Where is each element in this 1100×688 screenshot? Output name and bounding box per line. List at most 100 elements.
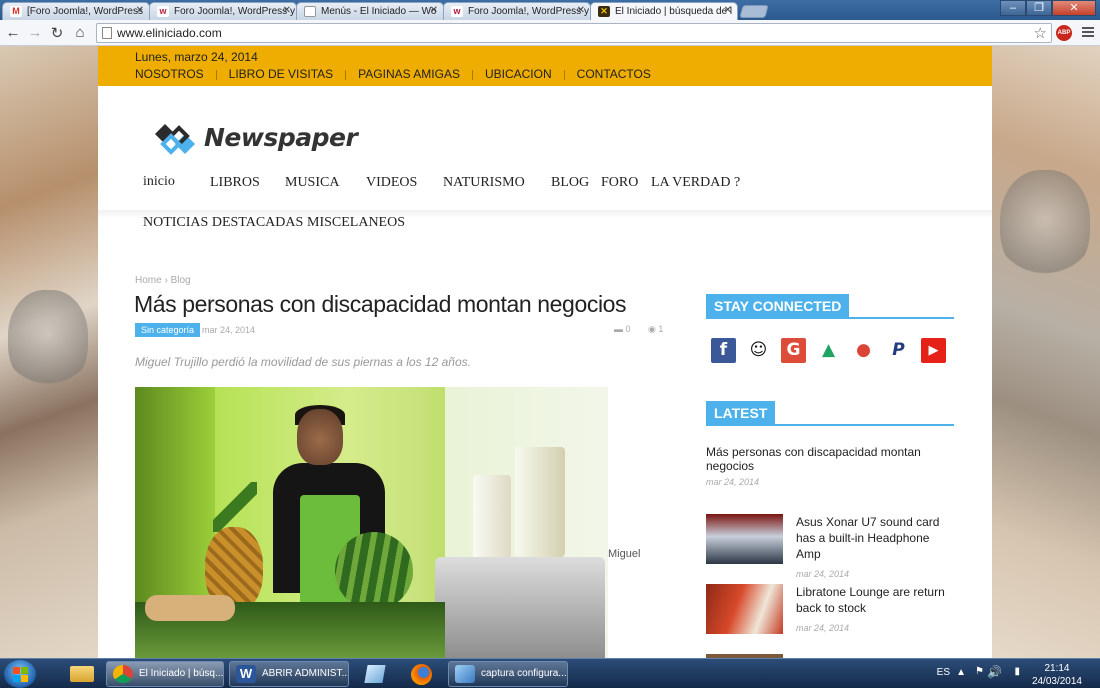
maximize-button[interactable]: ❐ xyxy=(1026,0,1052,16)
menu-icon[interactable] xyxy=(1082,25,1094,39)
breadcrumb: Home › Blog xyxy=(135,275,191,286)
taskbar-item-chrome[interactable]: El Iniciado | búsq... xyxy=(106,661,224,687)
latest-item-date: mar 24, 2014 xyxy=(706,477,760,487)
latest-item[interactable]: Libratone Lounge are return back to stoc… xyxy=(706,584,956,636)
explorer-icon[interactable] xyxy=(62,662,102,686)
forward-arrow-icon[interactable]: → xyxy=(26,24,44,41)
close-icon[interactable]: ✕ xyxy=(430,5,438,16)
bookmark-star-icon[interactable]: ☆ xyxy=(1034,24,1047,42)
tab-5-active[interactable]: ✕ El Iniciado | búsqueda de l ✕ xyxy=(590,2,738,20)
site-logo[interactable]: Newspaper xyxy=(150,120,380,160)
top-link-libro-de-visitas[interactable]: LIBRO DE VISITAS xyxy=(229,67,333,81)
top-links: NOSOTROS LIBRO DE VISITAS PAGINAS AMIGAS… xyxy=(135,67,651,81)
taskbar-item-paint[interactable]: captura configura... xyxy=(448,661,568,687)
volume-icon[interactable]: 🔊 xyxy=(987,665,1002,679)
site-icon: ✕ xyxy=(598,6,610,17)
close-icon[interactable]: ✕ xyxy=(724,5,732,16)
close-icon[interactable]: ✕ xyxy=(136,5,144,16)
github-icon[interactable]: ☺ xyxy=(746,338,771,363)
logo-mark-icon xyxy=(155,124,195,155)
browser-toolbar: ← → ↻ ⌂ www.eliniciado.com ☆ xyxy=(0,20,1100,46)
reload-icon[interactable]: ↻ xyxy=(48,24,66,42)
juicer-machine xyxy=(435,557,605,658)
category-badge[interactable]: Sin categoría xyxy=(135,323,201,337)
nav-item-blog[interactable]: BLOG xyxy=(551,175,589,191)
network-icon[interactable]: ▮ xyxy=(1014,666,1020,677)
gmail-icon: M xyxy=(10,6,22,17)
tab-label: [Foro Joomla!, WordPress xyxy=(27,6,143,17)
latest-item-title[interactable]: Asus Xonar U7 sound card has a built-in … xyxy=(796,514,956,562)
tab-label: Foro Joomla!, WordPress y xyxy=(174,6,295,17)
close-icon[interactable]: ✕ xyxy=(283,5,291,16)
taskbar-item-label: ABRIR ADMINIST... xyxy=(262,668,349,679)
stay-connected-title: STAY CONNECTED xyxy=(706,294,850,319)
home-icon[interactable]: ⌂ xyxy=(71,24,89,41)
googleplus-icon[interactable]: G xyxy=(781,338,806,363)
watermelon xyxy=(335,532,413,610)
nav-item-musica[interactable]: MUSICA xyxy=(285,175,339,191)
latest-item[interactable]: Más personas con discapacidad montan neg… xyxy=(706,445,956,487)
adblock-label: ABP xyxy=(1057,30,1071,36)
tab-2[interactable]: w Foro Joomla!, WordPress y ✕ xyxy=(149,2,297,20)
paint-icon xyxy=(455,665,475,683)
nav-item-videos[interactable]: VIDEOS xyxy=(366,175,417,191)
taskbar-item-word[interactable]: W ABRIR ADMINIST... xyxy=(229,661,349,687)
nav-item-la-verdad[interactable]: LA VERDAD ? xyxy=(651,175,740,191)
top-link-paginas-amigas[interactable]: PAGINAS AMIGAS xyxy=(358,67,460,81)
clock[interactable]: 21:14 24/03/2014 xyxy=(1032,662,1082,688)
latest-item-date: mar 24, 2014 xyxy=(796,623,850,633)
drive-icon[interactable]: ▲ xyxy=(816,338,841,363)
latest-item-thumbnail[interactable] xyxy=(706,514,783,564)
close-icon[interactable]: ✕ xyxy=(577,5,585,16)
start-button[interactable] xyxy=(4,660,36,688)
tab-label: Menús - El Iniciado — Wo xyxy=(321,6,437,17)
breadcrumb-home[interactable]: Home xyxy=(135,275,162,286)
current-date: Lunes, marzo 24, 2014 xyxy=(135,50,258,64)
latest-item-thumbnail[interactable] xyxy=(706,584,783,634)
comments-count[interactable]: ▬ 0 xyxy=(614,324,631,334)
tab-1[interactable]: M [Foro Joomla!, WordPress ✕ xyxy=(2,2,150,20)
nav-item-libros[interactable]: LIBROS xyxy=(210,175,260,191)
tab-label: El Iniciado | búsqueda de l xyxy=(615,6,733,17)
nav-divider xyxy=(98,210,992,218)
tab-strip: M [Foro Joomla!, WordPress ✕ w Foro Joom… xyxy=(0,0,1100,20)
facebook-icon[interactable]: f xyxy=(711,338,736,363)
notepad-icon[interactable] xyxy=(356,662,396,686)
page-icon xyxy=(304,6,316,17)
address-bar[interactable]: www.eliniciado.com ☆ xyxy=(96,23,1052,43)
logo-text: Newspaper xyxy=(204,123,358,152)
top-link-ubicacion[interactable]: UBICACION xyxy=(485,67,552,81)
latest-item-title[interactable]: Libratone Lounge are return back to stoc… xyxy=(796,584,956,616)
flag-icon[interactable]: ⚑ xyxy=(975,666,984,677)
site-content: Newspaper inicio LIBROS MUSICA VIDEOS NA… xyxy=(98,86,992,658)
chevron-up-icon[interactable]: ▲ xyxy=(956,667,966,678)
nav-item-inicio[interactable]: inicio xyxy=(143,174,175,190)
firefox-icon[interactable] xyxy=(402,662,442,686)
portrait-decoration xyxy=(1000,170,1090,280)
portrait-decoration xyxy=(8,290,88,390)
new-tab-button[interactable] xyxy=(739,5,769,18)
paypal-icon[interactable]: P xyxy=(886,338,911,363)
eye-icon: ◉ xyxy=(648,324,656,334)
maps-pin-icon[interactable]: ● xyxy=(851,338,876,363)
tab-3[interactable]: Menús - El Iniciado — Wo ✕ xyxy=(296,2,444,20)
article-image[interactable] xyxy=(135,387,608,658)
language-indicator[interactable]: ES xyxy=(937,667,950,678)
back-arrow-icon[interactable]: ← xyxy=(4,24,22,41)
taskbar-item-label: captura configura... xyxy=(481,668,567,679)
latest-item[interactable]: Asus Xonar U7 sound card has a built-in … xyxy=(706,514,956,579)
close-window-button[interactable]: ✕ xyxy=(1052,0,1096,16)
clock-date: 24/03/2014 xyxy=(1031,676,1082,687)
tab-label: Foro Joomla!, WordPress y xyxy=(468,6,589,17)
top-link-contactos[interactable]: CONTACTOS xyxy=(577,67,651,81)
youtube-icon[interactable]: ▶ xyxy=(921,338,946,363)
adblock-icon[interactable]: ABP xyxy=(1056,25,1072,41)
nav-item-foro[interactable]: FORO xyxy=(601,175,638,191)
top-link-nosotros[interactable]: NOSOTROS xyxy=(135,67,204,81)
latest-item-title[interactable]: Más personas con discapacidad montan neg… xyxy=(706,445,956,473)
minimize-button[interactable]: – xyxy=(1000,0,1026,16)
nav-item-naturismo[interactable]: NATURISMO xyxy=(443,175,525,191)
breadcrumb-blog[interactable]: Blog xyxy=(171,275,191,286)
tab-4[interactable]: w Foro Joomla!, WordPress y ✕ xyxy=(443,2,591,20)
forum-icon: w xyxy=(451,6,463,17)
